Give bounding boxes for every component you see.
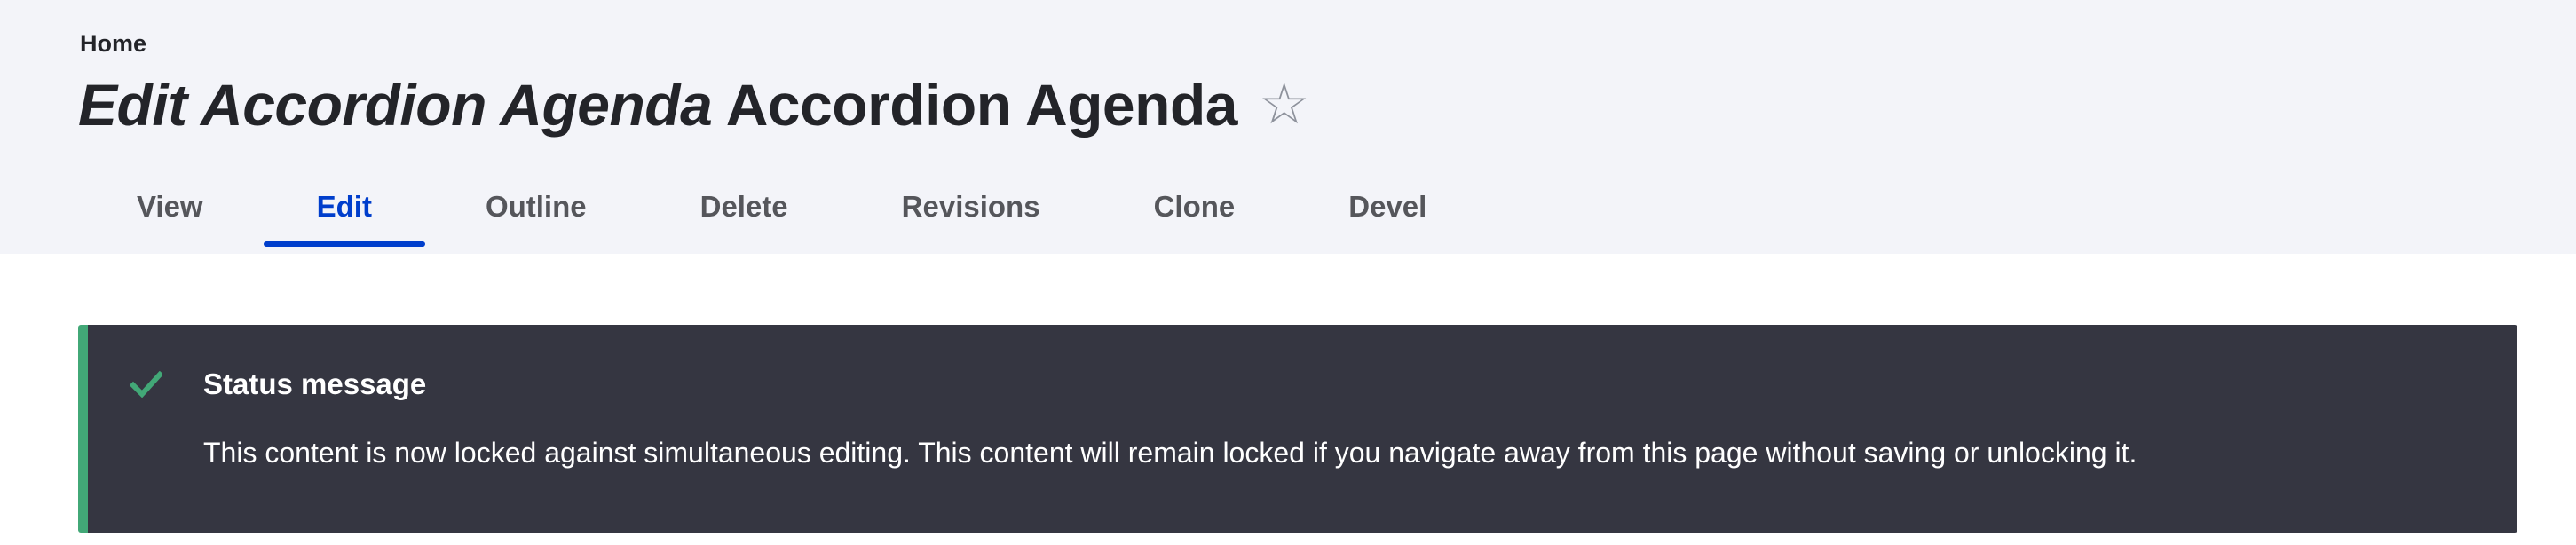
status-message-text: This content is now locked against simul… — [203, 437, 2137, 469]
page-title-italic: Edit Accordion Agenda — [78, 72, 713, 138]
tab-devel[interactable]: Devel — [1292, 167, 1483, 247]
primary-tabs: View Edit Outline Delete Revisions Clone… — [80, 167, 1483, 247]
status-message: Status message This content is now locke… — [78, 325, 2517, 533]
page-title-row: Edit Accordion Agenda Accordion Agenda ☆ — [78, 62, 1309, 147]
page-title-plain: Accordion Agenda — [725, 72, 1238, 138]
check-icon — [130, 371, 162, 398]
tab-clone[interactable]: Clone — [1097, 167, 1292, 247]
tab-edit[interactable]: Edit — [260, 167, 429, 247]
breadcrumb-home-link[interactable]: Home — [80, 30, 146, 58]
page-header: Home Edit Accordion Agenda Accordion Age… — [0, 0, 2576, 254]
tab-revisions[interactable]: Revisions — [845, 167, 1097, 247]
tab-delete[interactable]: Delete — [644, 167, 845, 247]
page-title: Edit Accordion Agenda Accordion Agenda — [78, 71, 1237, 138]
status-message-title: Status message — [203, 367, 427, 400]
tab-outline[interactable]: Outline — [429, 167, 644, 247]
star-icon[interactable]: ☆ — [1259, 76, 1309, 133]
tab-view[interactable]: View — [80, 167, 260, 247]
